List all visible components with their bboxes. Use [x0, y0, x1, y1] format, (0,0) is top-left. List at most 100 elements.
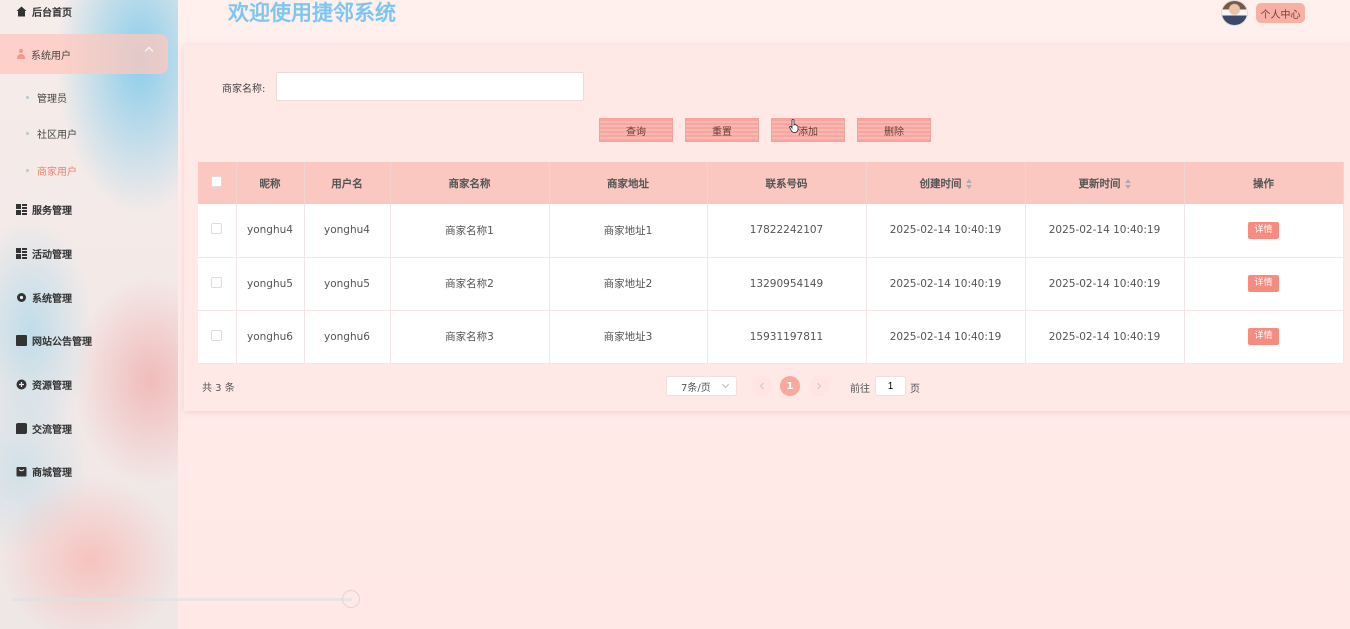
phone-cell: 17822242107	[707, 204, 867, 258]
action-cell: 详情	[1184, 257, 1344, 311]
column-header: 联系号码	[707, 162, 867, 204]
column-header: 商家地址	[549, 162, 708, 204]
detail-button[interactable]: 详情	[1248, 328, 1279, 345]
goto-suffix: 页	[910, 384, 920, 395]
table-row: yonghu6 yonghu6 商家名称3 商家地址3 15931197811 …	[198, 310, 1344, 364]
shop-name-cell: 商家名称1	[390, 204, 550, 258]
sidebar-item-communication[interactable]: 交流管理	[16, 420, 72, 436]
column-header: 昵称	[236, 162, 305, 204]
sidebar-item-label: 资源管理	[32, 380, 72, 392]
updated-cell: 2025-02-14 10:40:19	[1025, 310, 1185, 364]
sort-icon[interactable]	[1124, 178, 1131, 189]
app-title: 欢迎使用捷邻系统	[228, 1, 396, 25]
avatar[interactable]	[1221, 0, 1248, 26]
created-cell: 2025-02-14 10:40:19	[866, 310, 1026, 364]
table-row: yonghu4 yonghu4 商家名称1 商家地址1 17822242107 …	[198, 204, 1344, 258]
column-header: 商家名称	[390, 162, 550, 204]
sort-icon[interactable]	[965, 178, 972, 189]
row-select-cell[interactable]	[198, 257, 237, 311]
sidebar-item-system[interactable]: 系统管理	[16, 289, 72, 305]
table-row: yonghu5 yonghu5 商家名称2 商家地址2 13290954149 …	[198, 257, 1344, 311]
shop-address-cell: 商家地址2	[549, 257, 708, 311]
detail-button[interactable]: 详情	[1248, 275, 1279, 292]
action-cell: 详情	[1184, 204, 1344, 258]
goto-page-input[interactable]	[875, 376, 906, 396]
page-number-button[interactable]: 1	[780, 376, 800, 396]
sidebar-subitem-community-users[interactable]: 社区用户	[26, 126, 77, 141]
reset-button[interactable]: 重置	[685, 118, 759, 142]
scroll-thumb[interactable]	[342, 590, 360, 608]
page-size-value: 7条/页	[681, 382, 711, 394]
user-icon	[16, 49, 26, 59]
row-select-cell[interactable]	[198, 204, 237, 258]
row-checkbox[interactable]	[211, 223, 223, 235]
query-button[interactable]: 查询	[599, 118, 673, 142]
created-cell: 2025-02-14 10:40:19	[866, 204, 1026, 258]
sidebar-item-resources[interactable]: 资源管理	[16, 376, 72, 392]
table-header-row: 昵称 用户名 商家名称 商家地址 联系号码 创建时间 更新时间 操作	[198, 162, 1344, 204]
created-cell: 2025-02-14 10:40:19	[866, 257, 1026, 311]
shop-icon	[16, 466, 27, 477]
document-icon	[16, 334, 27, 346]
shop-address-cell: 商家地址3	[549, 310, 708, 364]
sidebar-item-services[interactable]: 服务管理	[16, 201, 72, 217]
bullet-icon	[26, 132, 29, 135]
shop-address-cell: 商家地址1	[549, 204, 708, 258]
grid-icon	[16, 203, 27, 215]
sidebar-item-label: 系统管理	[32, 293, 72, 305]
goto-label: 前往	[850, 384, 870, 395]
row-checkbox[interactable]	[211, 276, 223, 288]
row-checkbox[interactable]	[211, 329, 223, 341]
phone-cell: 15931197811	[707, 310, 867, 364]
sidebar-subitem-merchant-users[interactable]: 商家用户	[26, 163, 77, 178]
column-header: 操作	[1184, 162, 1344, 204]
shop-name-cell: 商家名称3	[390, 310, 550, 364]
subitem-label: 社区用户	[37, 130, 77, 141]
sidebar-item-label: 系统用户	[31, 50, 71, 62]
sidebar: 后台首页 系统用户 管理员 社区用户 商家用户 服务管理 活动管理 系统管理 网…	[0, 0, 360, 629]
sidebar-item-home[interactable]: 后台首页	[16, 3, 72, 19]
chevron-left-icon	[759, 382, 764, 390]
select-all-cell[interactable]	[198, 162, 237, 204]
sidebar-item-system-users[interactable]: 系统用户	[0, 34, 168, 74]
sidebar-subitem-admin[interactable]: 管理员	[26, 90, 67, 105]
sidebar-item-label: 商城管理	[32, 467, 72, 479]
total-count: 共 3 条	[202, 383, 235, 394]
column-header-label: 创建时间	[919, 177, 962, 190]
sidebar-item-announcements[interactable]: 网站公告管理	[16, 332, 92, 348]
hand-cursor-icon	[789, 119, 799, 133]
profile-center-button[interactable]: 个人中心	[1256, 3, 1305, 23]
sidebar-item-activities[interactable]: 活动管理	[16, 245, 72, 261]
sidebar-item-label: 活动管理	[32, 249, 72, 261]
sidebar-item-mall[interactable]: 商城管理	[16, 463, 72, 479]
phone-cell: 13290954149	[707, 257, 867, 311]
column-header-updated[interactable]: 更新时间	[1025, 162, 1185, 204]
username-cell: yonghu6	[304, 310, 391, 364]
shop-name-search-input[interactable]	[276, 72, 584, 101]
column-header: 用户名	[304, 162, 391, 204]
row-select-cell[interactable]	[198, 310, 237, 364]
add-button[interactable]: 添加	[771, 118, 845, 142]
page-size-select[interactable]: 7条/页	[666, 376, 737, 396]
action-cell: 详情	[1184, 310, 1344, 364]
updated-cell: 2025-02-14 10:40:19	[1025, 204, 1185, 258]
chevron-down-icon	[721, 380, 730, 389]
column-header-created[interactable]: 创建时间	[866, 162, 1026, 204]
detail-button[interactable]: 详情	[1248, 221, 1279, 239]
nickname-cell: yonghu4	[236, 204, 305, 258]
nickname-cell: yonghu5	[236, 257, 305, 311]
username-cell: yonghu5	[304, 257, 391, 311]
chevron-up-icon	[144, 46, 154, 56]
prev-page-button[interactable]	[752, 376, 772, 396]
next-page-button[interactable]	[809, 376, 829, 396]
sidebar-item-label: 网站公告管理	[32, 336, 92, 348]
delete-button[interactable]: 删除	[857, 118, 931, 142]
subitem-label: 管理员	[37, 94, 67, 105]
bullet-icon	[26, 169, 29, 172]
select-all-checkbox[interactable]	[211, 176, 223, 187]
bullet-icon	[26, 96, 29, 99]
gear-icon	[16, 292, 27, 303]
sidebar-item-label: 后台首页	[32, 7, 72, 19]
chat-icon	[16, 422, 27, 434]
scroll-track[interactable]	[12, 598, 352, 601]
